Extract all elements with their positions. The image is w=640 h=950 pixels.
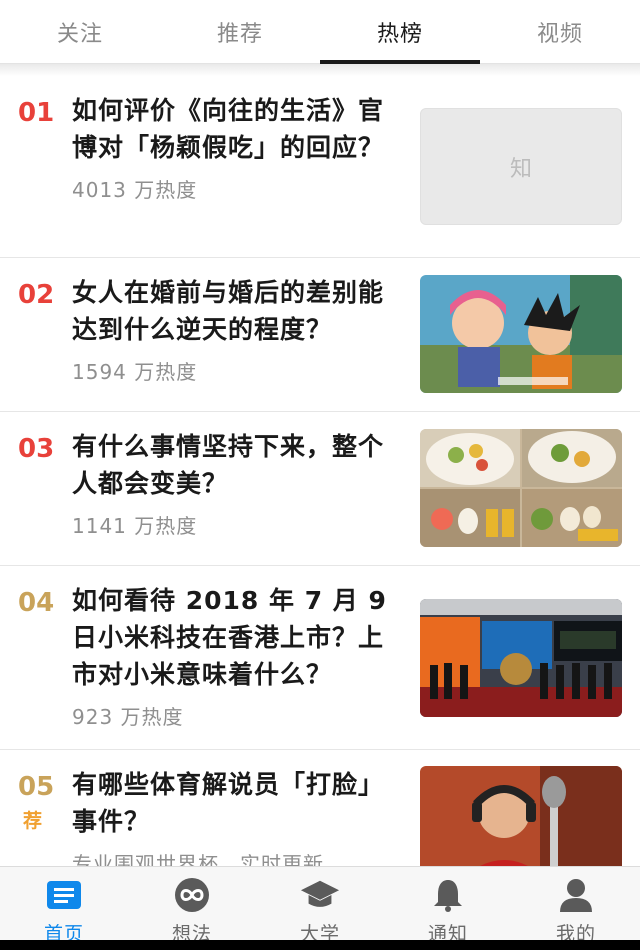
rank-number-value: 05 bbox=[18, 772, 55, 802]
tab-recommend[interactable]: 推荐 bbox=[160, 0, 320, 63]
rank-number: 04 bbox=[18, 588, 55, 618]
tab-bar-shadow bbox=[0, 64, 640, 76]
heat-count: 专业围观世界杯，实时更新 bbox=[72, 852, 324, 866]
ipo-ceremony-art bbox=[420, 599, 622, 717]
nav-university[interactable]: 大学 bbox=[256, 867, 384, 950]
heat-count: 1141 万热度 bbox=[72, 514, 198, 538]
tab-video[interactable]: 视频 bbox=[480, 0, 640, 63]
question-title[interactable]: 如何评价《向往的生活》官博对「杨颖假吃」的回应？ bbox=[72, 92, 402, 166]
food-collage-art bbox=[420, 429, 622, 547]
nav-profile[interactable]: 我的 bbox=[512, 867, 640, 950]
rank-number: 02 bbox=[18, 280, 55, 310]
profile-icon bbox=[556, 877, 596, 913]
zhihu-logo-icon: 知 bbox=[509, 156, 532, 182]
nav-home[interactable]: 首页 bbox=[0, 867, 128, 950]
cartoon-image[interactable] bbox=[420, 275, 622, 393]
recommend-badge: 荐 bbox=[23, 810, 43, 832]
hot-list: 01 如何评价《向往的生活》官博对「杨颖假吃」的回应？ 4013 万热度 知 0… bbox=[0, 76, 640, 866]
heat-count: 1594 万热度 bbox=[72, 360, 198, 384]
list-item[interactable]: 04 如何看待 2018 年 7 月 9 日小米科技在香港上市？上市对小米意味着… bbox=[0, 566, 640, 750]
bottom-nav-bar: 首页 想法 大学 通知 我的 bbox=[0, 866, 640, 950]
food-collage-image[interactable] bbox=[420, 429, 622, 547]
commentator-photo-art bbox=[420, 766, 622, 866]
list-item[interactable]: 02 女人在婚前与婚后的差别能达到什么逆天的程度？ 1594 万热度 bbox=[0, 258, 640, 412]
tab-follow[interactable]: 关注 bbox=[0, 0, 160, 63]
nav-ideas[interactable]: 想法 bbox=[128, 867, 256, 950]
question-title[interactable]: 有哪些体育解说员「打脸」事件？ bbox=[72, 766, 402, 840]
list-item[interactable]: 01 如何评价《向往的生活》官博对「杨颖假吃」的回应？ 4013 万热度 知 bbox=[0, 76, 640, 258]
cartoon-image-art bbox=[420, 275, 622, 393]
rank-number: 05 荐 bbox=[0, 750, 72, 866]
question-title[interactable]: 有什么事情坚持下来，整个人都会变美？ bbox=[72, 428, 402, 502]
system-bar bbox=[0, 940, 640, 950]
commentator-photo[interactable] bbox=[420, 766, 622, 866]
heat-count: 4013 万热度 bbox=[72, 178, 198, 202]
heat-count: 923 万热度 bbox=[72, 705, 184, 729]
home-icon bbox=[44, 877, 84, 913]
rank-number: 01 bbox=[18, 98, 55, 128]
question-title[interactable]: 如何看待 2018 年 7 月 9 日小米科技在香港上市？上市对小米意味着什么？ bbox=[72, 582, 402, 693]
nav-notifications[interactable]: 通知 bbox=[384, 867, 512, 950]
university-icon bbox=[300, 877, 340, 913]
bell-icon bbox=[428, 877, 468, 913]
list-item[interactable]: 03 有什么事情坚持下来，整个人都会变美？ 1141 万热度 bbox=[0, 412, 640, 566]
question-title[interactable]: 女人在婚前与婚后的差别能达到什么逆天的程度？ bbox=[72, 274, 402, 348]
tab-hot-list[interactable]: 热榜 bbox=[320, 0, 480, 64]
thumbnail-placeholder[interactable]: 知 bbox=[420, 108, 622, 225]
ipo-ceremony-image[interactable] bbox=[420, 599, 622, 717]
top-tab-bar: 关注 推荐 热榜 视频 bbox=[0, 0, 640, 64]
list-item[interactable]: 05 荐 有哪些体育解说员「打脸」事件？ 专业围观世界杯，实时更新 bbox=[0, 750, 640, 866]
rank-number: 03 bbox=[18, 434, 55, 464]
ideas-icon bbox=[172, 877, 212, 913]
